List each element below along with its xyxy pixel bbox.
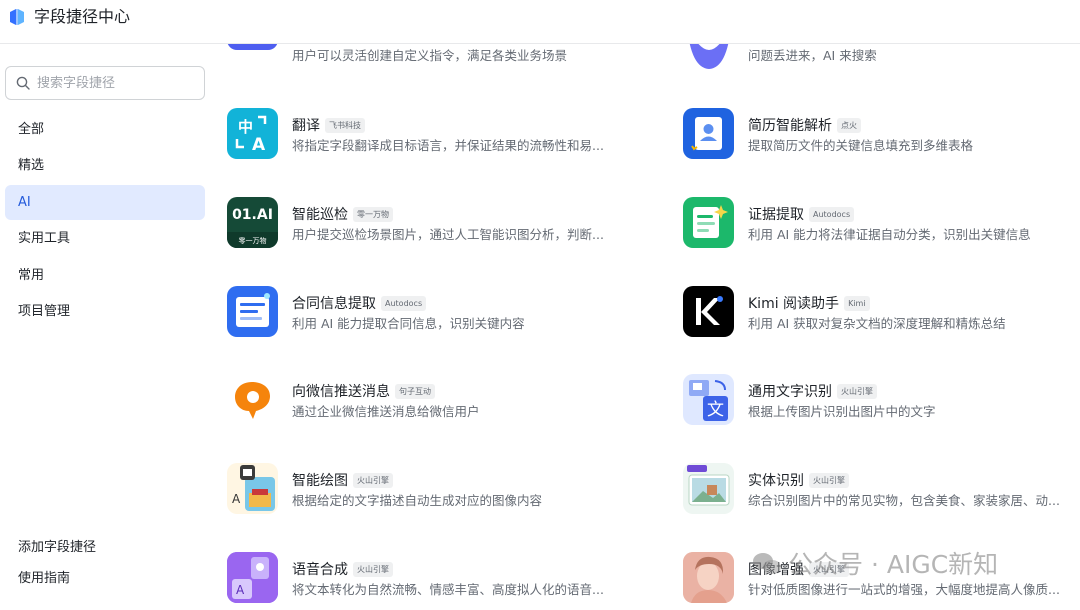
card-desc: 利用 AI 能力将法律证据自动分类，识别出关键信息 [748,227,1031,242]
card-title: 翻译 [292,118,320,134]
user-guide-link[interactable]: 使用指南 [5,563,205,594]
shortcut-card[interactable]: 01.AI 零一万物 智能巡检 零一万物 用户提交巡检场景图片，通过人工智能识图分… [213,197,633,257]
provider-tag: 句子互动 [395,384,435,399]
card-title: 语音合成 [292,562,348,578]
card-desc: 提取简历文件的关键信息填充到多维表格 [748,138,974,153]
icon-sublabel: 零一万物 [239,236,267,245]
kimi-icon [683,286,734,337]
wechat-logo-icon [753,553,781,574]
card-title-row: 智能巡检 零一万物 [292,204,393,224]
shortcut-card[interactable]: 简历智能解析 点火 提取简历文件的关键信息填充到多维表格 [669,108,1080,168]
svg-text:A: A [252,135,266,155]
provider-tag: 零一万物 [353,207,393,222]
card-title: 智能绘图 [292,473,348,489]
shortcut-card[interactable]: A 智能绘图 火山引擎 根据给定的文字描述自动生成对应的图像内容 [213,463,633,523]
card-desc: 根据给定的文字描述自动生成对应的图像内容 [292,493,543,508]
card-title: Kimi 阅读助手 [748,296,840,312]
entity-icon [683,463,734,514]
card-title: 证据提取 [748,207,804,223]
watermark: 公众号 · AIGC新知 [752,545,998,585]
card-title-row: 合同信息提取 Autodocs [292,293,427,313]
card-desc: 综合识别图片中的常见实物，包含美食、家装家居、动... [748,493,1060,508]
card-title: 实体识别 [748,473,804,489]
shortcut-card[interactable]: A 语音合成 火山引擎 将文本转化为自然流畅、情感丰富、高度拟人化的语音... [213,552,633,610]
svg-text:A: A [236,583,245,597]
add-shortcut-link[interactable]: 添加字段捷径 [5,532,205,563]
card-title: 向微信推送消息 [292,384,390,400]
provider-tag: 火山引擎 [837,384,877,399]
nav-item-project[interactable]: 项目管理 [5,294,205,329]
nav-item-ai[interactable]: AI [5,184,205,220]
card-desc: 根据上传图片识别出图片中的文字 [748,404,936,419]
search-icon [16,76,30,90]
provider-tag: 火山引擎 [353,562,393,577]
icon-label: 文 [707,400,724,420]
card-title: 通用文字识别 [748,384,832,400]
app-title: 字段捷径中心 [34,7,131,26]
header-bar: 字段捷径中心 [0,0,1080,44]
contract-icon [227,286,278,337]
icon-label: 01.AI [232,207,273,223]
shortcut-card[interactable]: Kimi 阅读助手 Kimi 利用 AI 获取对复杂文档的深度理解和精炼总结 [669,286,1080,346]
app-logo-icon [10,9,24,25]
card-desc: 通过企业微信推送消息给微信用户 [292,404,480,419]
shortcut-card[interactable]: 向微信推送消息 句子互动 通过企业微信推送消息给微信用户 [213,374,633,434]
card-title-row: Kimi 阅读助手 Kimi [748,293,870,313]
provider-tag: 飞书科技 [325,118,365,133]
tts-icon: A [227,552,278,603]
provider-tag: 火山引擎 [353,473,393,488]
watermark-text: 公众号 · AIGC新知 [788,550,999,579]
01ai-icon: 01.AI 零一万物 [227,197,278,248]
shortcut-grid: 用户可以灵活创建自定义指令，满足各类业务场景 问题丢进来，AI 来搜索 中 A … [213,0,1080,610]
card-title: 合同信息提取 [292,296,376,312]
card-title-row: 证据提取 Autodocs [748,204,855,224]
card-title: 智能巡检 [292,207,348,223]
nav-item-all[interactable]: 全部 [5,112,205,147]
card-desc: 将文本转化为自然流畅、情感丰富、高度拟人化的语音... [292,582,604,597]
shortcut-card[interactable]: 合同信息提取 Autodocs 利用 AI 能力提取合同信息，识别关键内容 [213,286,633,346]
shortcut-card[interactable]: 文 通用文字识别 火山引擎 根据上传图片识别出图片中的文字 [669,374,1080,434]
sidebar-bottom-links: 添加字段捷径 使用指南 [5,532,205,594]
wechat-push-icon [227,374,278,425]
evidence-icon [683,197,734,248]
card-title: 简历智能解析 [748,118,832,134]
card-title-row: 翻译 飞书科技 [292,115,365,135]
card-desc: 利用 AI 能力提取合同信息，识别关键内容 [292,316,525,331]
card-desc: 问题丢进来，AI 来搜索 [748,48,877,63]
provider-tag: Kimi [844,296,870,311]
shortcut-card[interactable]: 实体识别 火山引擎 综合识别图片中的常见实物，包含美食、家装家居、动... [669,463,1080,523]
translate-icon: 中 A [227,108,278,159]
card-desc: 用户可以灵活创建自定义指令，满足各类业务场景 [292,48,568,63]
card-desc: 用户提交巡检场景图片，通过人工智能识图分析，判断... [292,227,604,242]
provider-tag: 火山引擎 [809,473,849,488]
provider-tag: 点火 [837,118,861,133]
card-title-row: 实体识别 火山引擎 [748,470,849,490]
provider-tag: Autodocs [381,296,427,311]
card-title-row: 语音合成 火山引擎 [292,559,393,579]
resume-icon [683,108,734,159]
provider-tag: Autodocs [809,207,855,222]
card-title-row: 向微信推送消息 句子互动 [292,381,435,401]
category-nav: 全部 精选 AI 实用工具 常用 项目管理 [5,112,205,330]
nav-item-tools[interactable]: 实用工具 [5,221,205,256]
shortcut-card[interactable]: 中 A 翻译 飞书科技 将指定字段翻译成目标语言，并保证结果的流畅性和易... [213,108,633,168]
search-input[interactable] [37,73,197,93]
svg-text:A: A [232,492,241,506]
sidebar: 全部 精选 AI 实用工具 常用 项目管理 添加字段捷径 使用指南 [0,44,213,610]
ai-draw-icon: A [227,463,278,514]
card-title-row: 智能绘图 火山引擎 [292,470,393,490]
ocr-icon: 文 [683,374,734,425]
card-title-row: 通用文字识别 火山引擎 [748,381,877,401]
nav-item-common[interactable]: 常用 [5,258,205,293]
svg-text:中: 中 [238,118,253,136]
image-enhance-icon [683,552,734,603]
search-box[interactable] [5,66,205,100]
nav-item-featured[interactable]: 精选 [5,148,205,183]
card-desc: 将指定字段翻译成目标语言，并保证结果的流畅性和易... [292,138,604,153]
card-desc: 利用 AI 获取对复杂文档的深度理解和精炼总结 [748,316,1006,331]
shortcut-card[interactable]: 证据提取 Autodocs 利用 AI 能力将法律证据自动分类，识别出关键信息 [669,197,1080,257]
card-title-row: 简历智能解析 点火 [748,115,861,135]
